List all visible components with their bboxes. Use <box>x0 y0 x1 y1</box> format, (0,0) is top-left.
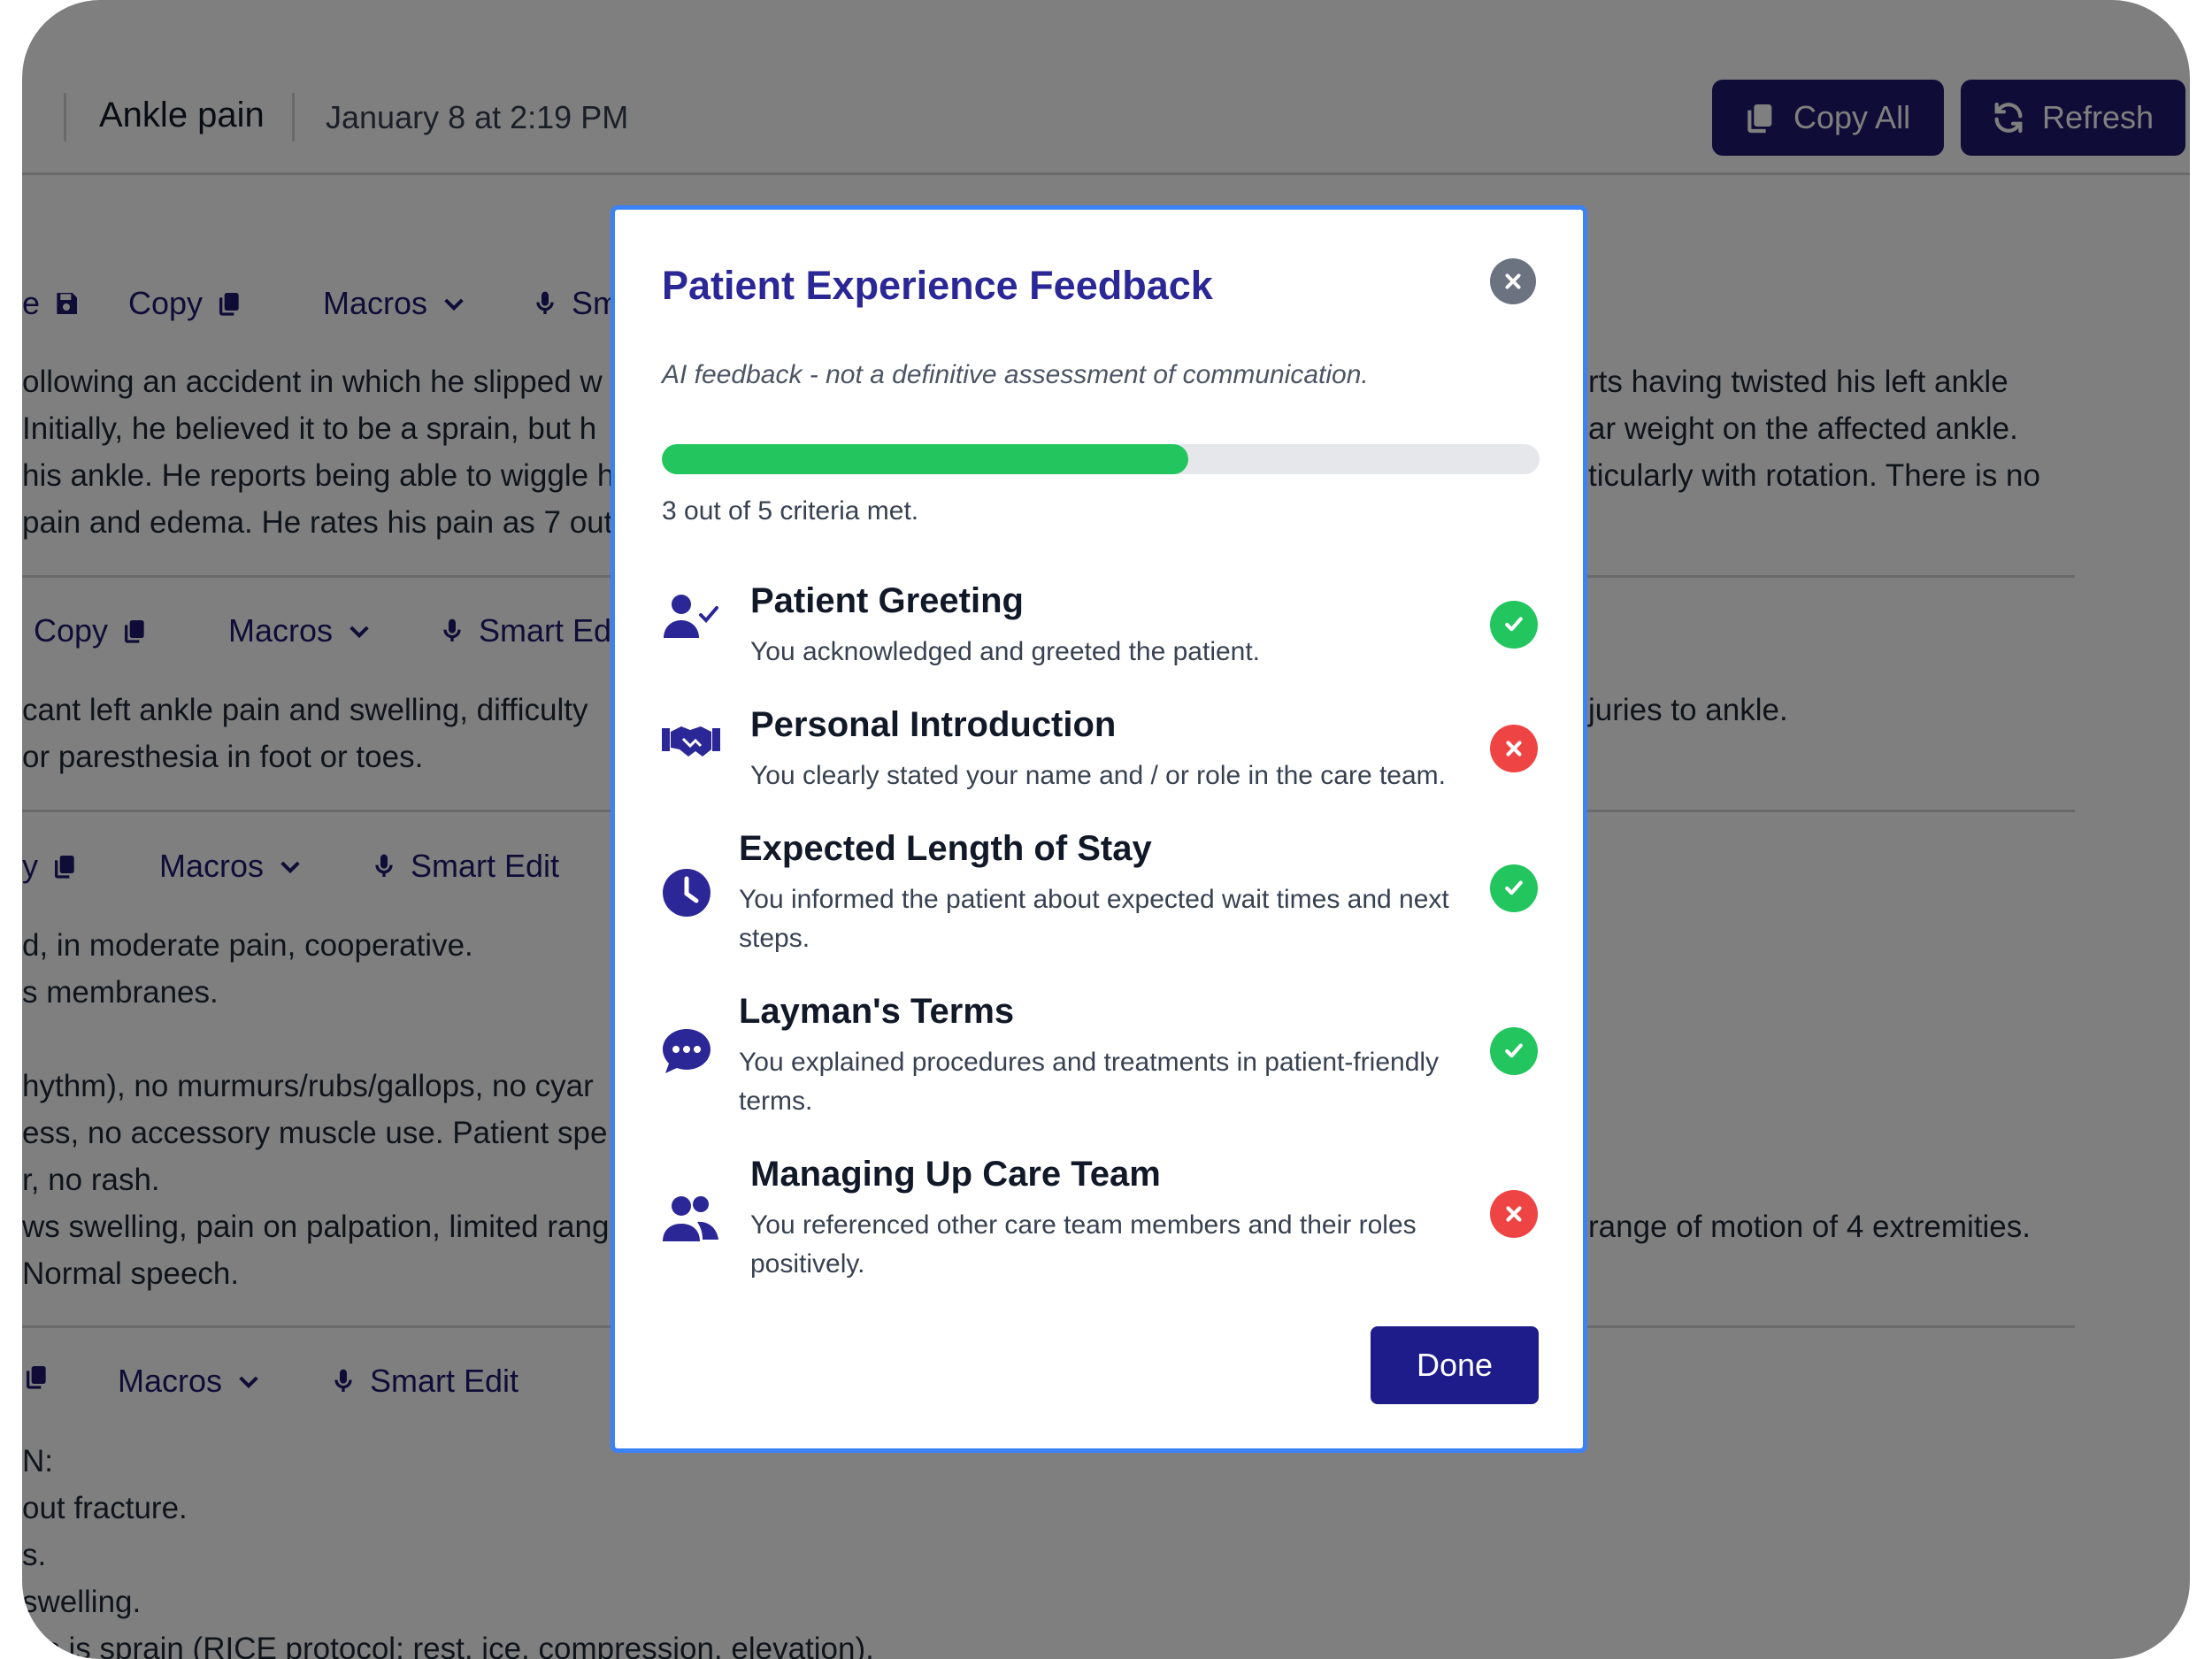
users-icon <box>662 1190 726 1247</box>
handshake-icon <box>662 712 726 769</box>
modal-disclaimer: AI feedback - not a definitive assessmen… <box>662 360 1369 389</box>
feedback-modal: Patient Experience Feedback AI feedback … <box>611 205 1587 1453</box>
criterion-description: You explained procedures and treatments … <box>739 1048 1440 1116</box>
criterion-description: You informed the patient about expected … <box>739 885 1449 953</box>
criteria-count: 3 out of 5 criteria met. <box>662 496 919 526</box>
modal-title: Patient Experience Feedback <box>662 263 1213 308</box>
progress-fill <box>662 444 1189 474</box>
x-circle-icon <box>1490 725 1538 772</box>
criteria-progress-bar <box>662 444 1540 474</box>
criterion-title: Expected Length of Stay <box>739 829 1152 868</box>
criterion-title: Managing Up Care Team <box>750 1155 1161 1194</box>
user-check-icon <box>662 588 726 645</box>
criterion-description: You clearly stated your name and / or ro… <box>750 761 1446 790</box>
check-icon <box>1490 1027 1538 1075</box>
x-circle-icon <box>1490 1190 1538 1238</box>
criterion-title: Layman's Terms <box>739 992 1015 1031</box>
check-icon <box>1490 864 1538 912</box>
close-icon <box>1505 273 1521 289</box>
criterion-title: Personal Introduction <box>750 705 1117 744</box>
criterion-title: Patient Greeting <box>750 581 1024 620</box>
done-button[interactable]: Done <box>1371 1326 1539 1404</box>
close-button[interactable] <box>1490 258 1536 304</box>
clock-icon <box>662 864 726 921</box>
criterion-description: You acknowledged and greeted the patient… <box>750 637 1261 666</box>
criterion-description: You referenced other care team members a… <box>750 1210 1417 1279</box>
check-icon <box>1490 601 1538 649</box>
chat-bubble-icon <box>662 1024 726 1080</box>
